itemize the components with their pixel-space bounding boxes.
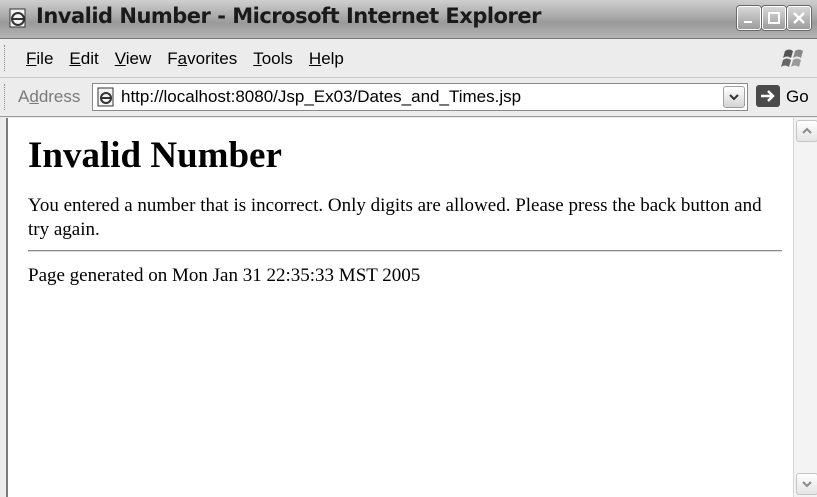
page-content: Invalid Number You entered a number that… (28, 134, 782, 288)
vertical-scrollbar[interactable] (793, 118, 817, 497)
window-controls (737, 6, 811, 32)
maximize-button[interactable] (762, 6, 786, 30)
menu-view[interactable]: View (107, 49, 160, 69)
close-icon (793, 12, 805, 24)
menu-help[interactable]: Help (301, 49, 352, 69)
scroll-down-button[interactable] (796, 473, 817, 495)
generated-timestamp: Page generated on Mon Jan 31 22:35:33 MS… (28, 265, 421, 286)
menu-bar-grip[interactable] (4, 45, 8, 71)
chevron-down-icon (802, 481, 812, 488)
browser-window: Invalid Number - Microsoft Internet Expl… (0, 0, 817, 497)
chevron-down-icon (729, 94, 739, 101)
address-label: Address (18, 87, 81, 106)
arrow-right-icon (761, 90, 775, 102)
error-message: You entered a number that is incorrect. … (28, 195, 762, 240)
address-input[interactable]: http://localhost:8080/Jsp_Ex03/Dates_and… (92, 83, 748, 111)
go-button[interactable] (756, 85, 780, 107)
close-button[interactable] (787, 6, 811, 30)
window-title: Invalid Number - Microsoft Internet Expl… (36, 4, 541, 28)
menu-file[interactable]: File (18, 49, 61, 69)
windows-xp-logo-icon (781, 49, 803, 67)
menu-edit[interactable]: Edit (61, 49, 106, 69)
divider (28, 250, 782, 252)
address-bar: Address http://localhost:8080/Jsp_Ex03/D… (0, 78, 817, 117)
ie-page-icon (9, 8, 26, 28)
address-dropdown-button[interactable] (723, 86, 745, 108)
minimize-button[interactable] (737, 6, 761, 30)
page-heading: Invalid Number (28, 135, 282, 176)
address-url: http://localhost:8080/Jsp_Ex03/Dates_and… (121, 87, 522, 106)
maximize-icon (768, 12, 780, 24)
chevron-up-icon (802, 127, 812, 134)
menu-bar: File Edit View Favorites Tools Help (0, 39, 817, 78)
address-bar-grip[interactable] (4, 84, 8, 110)
title-bar[interactable]: Invalid Number - Microsoft Internet Expl… (0, 0, 817, 39)
minimize-icon (744, 21, 752, 23)
page-viewport: Invalid Number You entered a number that… (6, 118, 793, 497)
menu-tools[interactable]: Tools (245, 49, 301, 69)
menu-favorites[interactable]: Favorites (159, 49, 245, 69)
scroll-up-button[interactable] (796, 120, 817, 142)
go-label[interactable]: Go (786, 87, 809, 107)
page-icon (97, 87, 114, 107)
